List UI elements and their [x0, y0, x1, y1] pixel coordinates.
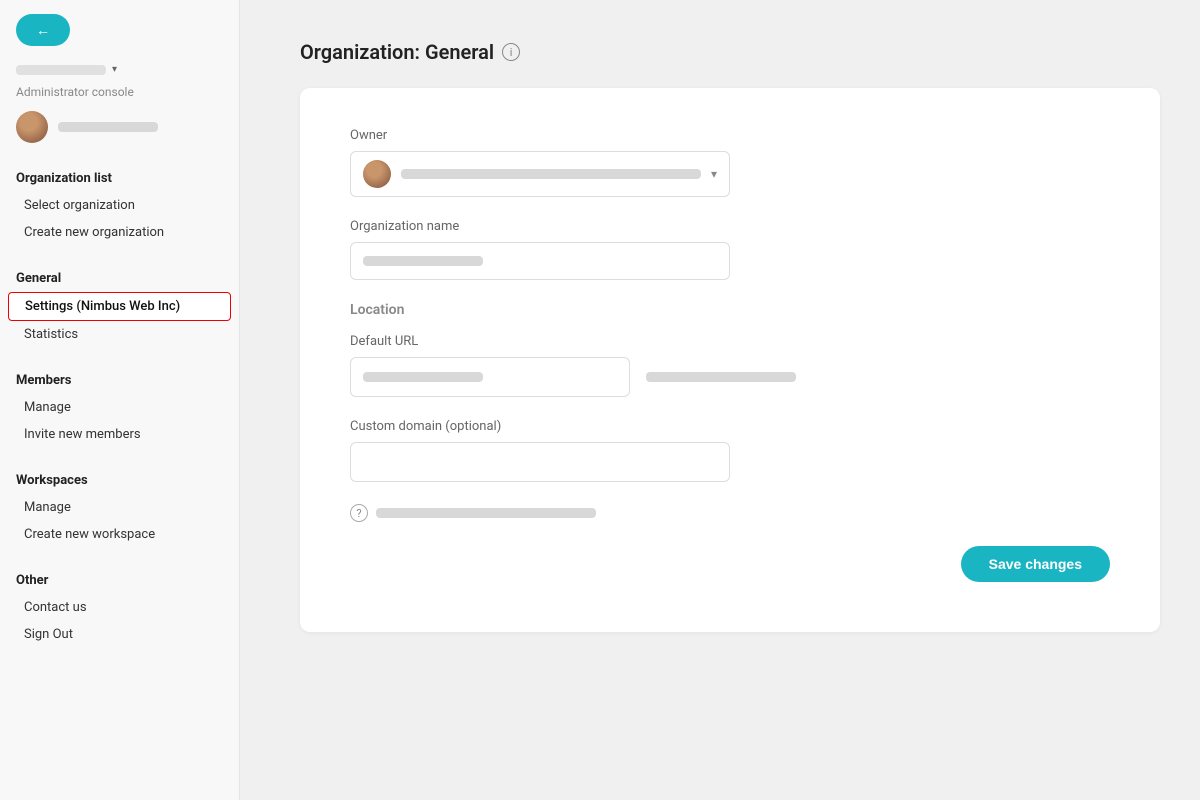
- user-row: [16, 111, 223, 143]
- location-section-label: Location: [350, 302, 1110, 318]
- url-suffix-placeholder: [646, 372, 796, 382]
- org-name-placeholder-bar: [363, 256, 483, 266]
- chevron-down-icon: ▾: [711, 167, 717, 181]
- chevron-down-icon: ▾: [112, 64, 117, 75]
- page-title-row: Organization: General i: [300, 40, 1160, 64]
- org-selector[interactable]: ▾: [16, 64, 223, 75]
- default-url-input[interactable]: [350, 357, 630, 397]
- sidebar-section-header-members: Members: [16, 373, 223, 388]
- sidebar: ← ▾ Administrator console Organization l…: [0, 0, 240, 800]
- url-placeholder-bar: [363, 372, 483, 382]
- sidebar-item-statistics[interactable]: Statistics: [8, 321, 231, 348]
- save-changes-button[interactable]: Save changes: [961, 546, 1110, 582]
- owner-field: Owner ▾: [350, 128, 1110, 197]
- custom-domain-input[interactable]: [350, 442, 730, 482]
- owner-label: Owner: [350, 128, 1110, 143]
- sidebar-item-sign-out[interactable]: Sign Out: [8, 621, 231, 648]
- owner-select[interactable]: ▾: [350, 151, 730, 197]
- sidebar-section-header-workspaces: Workspaces: [16, 473, 223, 488]
- sidebar-item-members-manage[interactable]: Manage: [8, 394, 231, 421]
- sidebar-item-create-new-organization[interactable]: Create new organization: [8, 219, 231, 246]
- avatar-image: [16, 111, 48, 143]
- user-name-placeholder: [58, 122, 158, 132]
- default-url-label: Default URL: [350, 334, 1110, 349]
- default-url-field: Default URL: [350, 334, 1110, 397]
- sidebar-item-invite-new-members[interactable]: Invite new members: [8, 421, 231, 448]
- hint-text-placeholder: [376, 508, 596, 518]
- sidebar-item-workspaces-manage[interactable]: Manage: [8, 494, 231, 521]
- org-name-input-wrapper[interactable]: [350, 242, 730, 280]
- sidebar-item-select-organization[interactable]: Select organization: [8, 192, 231, 219]
- settings-card: Owner ▾ Organization name Location Defau…: [300, 88, 1160, 632]
- custom-domain-field: Custom domain (optional): [350, 419, 1110, 482]
- org-name-label: Organization name: [350, 219, 1110, 234]
- avatar: [16, 111, 48, 143]
- org-name-field: Organization name: [350, 219, 1110, 280]
- sidebar-item-settings-nimbus[interactable]: Settings (Nimbus Web Inc): [8, 292, 231, 321]
- info-icon[interactable]: i: [502, 43, 520, 61]
- main-content: Organization: General i Owner ▾ Organiza…: [240, 0, 1200, 800]
- url-row: [350, 357, 1110, 397]
- admin-console-label: Administrator console: [16, 85, 223, 99]
- hint-row: ?: [350, 504, 1110, 522]
- back-button[interactable]: ←: [16, 14, 70, 46]
- sidebar-section-header-general: General: [16, 271, 223, 286]
- owner-name-placeholder: [401, 169, 701, 179]
- sidebar-section-header-org-list: Organization list: [16, 171, 223, 186]
- custom-domain-label: Custom domain (optional): [350, 419, 1110, 434]
- sidebar-item-contact-us[interactable]: Contact us: [8, 594, 231, 621]
- page-title: Organization: General: [300, 40, 494, 64]
- question-icon[interactable]: ?: [350, 504, 368, 522]
- back-arrow-icon: ←: [36, 22, 50, 38]
- sidebar-section-header-other: Other: [16, 573, 223, 588]
- owner-avatar: [363, 160, 391, 188]
- org-selector-placeholder: [16, 65, 106, 75]
- sidebar-item-create-new-workspace[interactable]: Create new workspace: [8, 521, 231, 548]
